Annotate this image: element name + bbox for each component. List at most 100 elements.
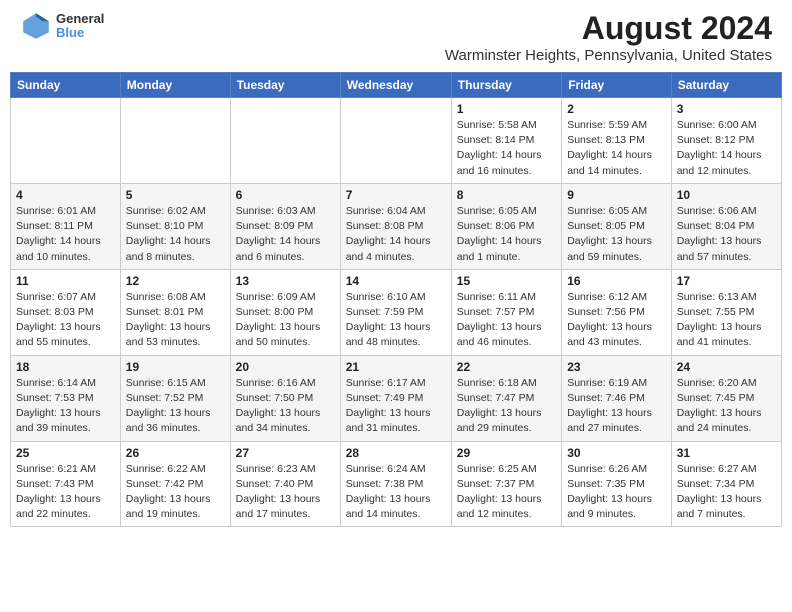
day-number: 7 xyxy=(346,188,446,202)
calendar-cell: 18 Sunrise: 6:14 AMSunset: 7:53 PMDayligh… xyxy=(11,355,121,441)
day-number: 23 xyxy=(567,360,666,374)
day-number: 3 xyxy=(677,102,776,116)
calendar-cell: 23 Sunrise: 6:19 AMSunset: 7:46 PMDayligh… xyxy=(562,355,672,441)
calendar-cell: 22 Sunrise: 6:18 AMSunset: 7:47 PMDayligh… xyxy=(451,355,561,441)
day-header: Tuesday xyxy=(230,73,340,98)
day-header: Thursday xyxy=(451,73,561,98)
calendar-cell: 13Sunrise: 6:09 AMSunset: 8:00 PMDayligh… xyxy=(230,269,340,355)
calendar-cell: 24 Sunrise: 6:20 AMSunset: 7:45 PMDayligh… xyxy=(671,355,781,441)
day-number: 18 xyxy=(16,360,115,374)
day-number: 30 xyxy=(567,446,666,460)
day-info: Sunrise: 6:27 AMSunset: 7:34 PMDaylight:… xyxy=(677,462,776,523)
day-number: 10 xyxy=(677,188,776,202)
day-info: Sunrise: 6:11 AMSunset: 7:57 PMDaylight:… xyxy=(457,290,556,351)
calendar-cell: 30 Sunrise: 6:26 AMSunset: 7:35 PMDayligh… xyxy=(562,441,672,527)
day-number: 14 xyxy=(346,274,446,288)
day-number: 28 xyxy=(346,446,446,460)
day-info: Sunrise: 6:24 AMSunset: 7:38 PMDaylight:… xyxy=(346,462,446,523)
day-number: 12 xyxy=(126,274,225,288)
logo-text: General Blue xyxy=(56,12,104,41)
day-info: Sunrise: 6:12 AMSunset: 7:56 PMDaylight:… xyxy=(567,290,666,351)
calendar-cell: 1 Sunrise: 5:58 AMSunset: 8:14 PMDaylight… xyxy=(451,98,561,184)
calendar-cell: 26 Sunrise: 6:22 AMSunset: 7:42 PMDayligh… xyxy=(120,441,230,527)
calendar-cell: 8Sunrise: 6:05 AMSunset: 8:06 PMDaylight… xyxy=(451,183,561,269)
day-info: Sunrise: 6:01 AMSunset: 8:11 PMDaylight:… xyxy=(16,204,115,265)
day-info: Sunrise: 5:59 AMSunset: 8:13 PMDaylight:… xyxy=(567,118,666,179)
day-info: Sunrise: 6:06 AMSunset: 8:04 PMDaylight:… xyxy=(677,204,776,265)
day-info: Sunrise: 6:19 AMSunset: 7:46 PMDaylight:… xyxy=(567,376,666,437)
calendar-cell xyxy=(120,98,230,184)
day-info: Sunrise: 6:25 AMSunset: 7:37 PMDaylight:… xyxy=(457,462,556,523)
calendar-cell: 7 Sunrise: 6:04 AMSunset: 8:08 PMDaylight… xyxy=(340,183,451,269)
page-header: General Blue August 2024 Warminster Heig… xyxy=(0,0,792,68)
calendar-cell xyxy=(340,98,451,184)
day-info: Sunrise: 6:22 AMSunset: 7:42 PMDaylight:… xyxy=(126,462,225,523)
calendar-cell: 16Sunrise: 6:12 AMSunset: 7:56 PMDayligh… xyxy=(562,269,672,355)
day-info: Sunrise: 6:02 AMSunset: 8:10 PMDaylight:… xyxy=(126,204,225,265)
day-header: Monday xyxy=(120,73,230,98)
day-info: Sunrise: 6:17 AMSunset: 7:49 PMDaylight:… xyxy=(346,376,446,437)
day-number: 15 xyxy=(457,274,556,288)
calendar-cell xyxy=(11,98,121,184)
day-info: Sunrise: 6:20 AMSunset: 7:45 PMDaylight:… xyxy=(677,376,776,437)
calendar-cell: 6 Sunrise: 6:03 AMSunset: 8:09 PMDaylight… xyxy=(230,183,340,269)
day-number: 25 xyxy=(16,446,115,460)
calendar-cell: 12 Sunrise: 6:08 AMSunset: 8:01 PMDayligh… xyxy=(120,269,230,355)
day-info: Sunrise: 5:58 AMSunset: 8:14 PMDaylight:… xyxy=(457,118,556,179)
day-header: Sunday xyxy=(11,73,121,98)
day-number: 21 xyxy=(346,360,446,374)
calendar-cell: 21 Sunrise: 6:17 AMSunset: 7:49 PMDayligh… xyxy=(340,355,451,441)
logo-icon xyxy=(20,10,52,42)
day-info: Sunrise: 6:05 AMSunset: 8:06 PMDaylight:… xyxy=(457,204,556,265)
logo: General Blue xyxy=(20,10,104,42)
day-info: Sunrise: 6:05 AMSunset: 8:05 PMDaylight:… xyxy=(567,204,666,265)
calendar-cell: 3 Sunrise: 6:00 AMSunset: 8:12 PMDaylight… xyxy=(671,98,781,184)
calendar-cell: 15 Sunrise: 6:11 AMSunset: 7:57 PMDayligh… xyxy=(451,269,561,355)
day-number: 31 xyxy=(677,446,776,460)
day-info: Sunrise: 6:23 AMSunset: 7:40 PMDaylight:… xyxy=(236,462,335,523)
day-info: Sunrise: 6:16 AMSunset: 7:50 PMDaylight:… xyxy=(236,376,335,437)
calendar-cell: 25 Sunrise: 6:21 AMSunset: 7:43 PMDayligh… xyxy=(11,441,121,527)
day-info: Sunrise: 6:15 AMSunset: 7:52 PMDaylight:… xyxy=(126,376,225,437)
main-title: August 2024 xyxy=(445,10,772,47)
day-info: Sunrise: 6:04 AMSunset: 8:08 PMDaylight:… xyxy=(346,204,446,265)
day-number: 2 xyxy=(567,102,666,116)
day-number: 11 xyxy=(16,274,115,288)
calendar-cell: 11 Sunrise: 6:07 AMSunset: 8:03 PMDayligh… xyxy=(11,269,121,355)
day-header: Wednesday xyxy=(340,73,451,98)
calendar-table: SundayMondayTuesdayWednesdayThursdayFrid… xyxy=(10,72,782,527)
calendar-cell: 10 Sunrise: 6:06 AMSunset: 8:04 PMDayligh… xyxy=(671,183,781,269)
day-number: 29 xyxy=(457,446,556,460)
calendar-cell: 20 Sunrise: 6:16 AMSunset: 7:50 PMDayligh… xyxy=(230,355,340,441)
calendar-cell: 17Sunrise: 6:13 AMSunset: 7:55 PMDayligh… xyxy=(671,269,781,355)
day-info: Sunrise: 6:08 AMSunset: 8:01 PMDaylight:… xyxy=(126,290,225,351)
day-header: Friday xyxy=(562,73,672,98)
day-number: 6 xyxy=(236,188,335,202)
day-number: 5 xyxy=(126,188,225,202)
day-info: Sunrise: 6:07 AMSunset: 8:03 PMDaylight:… xyxy=(16,290,115,351)
day-info: Sunrise: 6:13 AMSunset: 7:55 PMDaylight:… xyxy=(677,290,776,351)
day-info: Sunrise: 6:03 AMSunset: 8:09 PMDaylight:… xyxy=(236,204,335,265)
day-number: 24 xyxy=(677,360,776,374)
title-block: August 2024 Warminster Heights, Pennsylv… xyxy=(445,10,772,64)
calendar-cell: 19Sunrise: 6:15 AMSunset: 7:52 PMDayligh… xyxy=(120,355,230,441)
calendar-cell: 27 Sunrise: 6:23 AMSunset: 7:40 PMDayligh… xyxy=(230,441,340,527)
day-info: Sunrise: 6:00 AMSunset: 8:12 PMDaylight:… xyxy=(677,118,776,179)
day-info: Sunrise: 6:14 AMSunset: 7:53 PMDaylight:… xyxy=(16,376,115,437)
calendar-cell: 9Sunrise: 6:05 AMSunset: 8:05 PMDaylight… xyxy=(562,183,672,269)
calendar-cell: 5 Sunrise: 6:02 AMSunset: 8:10 PMDaylight… xyxy=(120,183,230,269)
day-info: Sunrise: 6:09 AMSunset: 8:00 PMDaylight:… xyxy=(236,290,335,351)
day-header: Saturday xyxy=(671,73,781,98)
calendar-cell: 29 Sunrise: 6:25 AMSunset: 7:37 PMDayligh… xyxy=(451,441,561,527)
calendar-cell: 14 Sunrise: 6:10 AMSunset: 7:59 PMDayligh… xyxy=(340,269,451,355)
calendar-cell: 31 Sunrise: 6:27 AMSunset: 7:34 PMDayligh… xyxy=(671,441,781,527)
day-number: 1 xyxy=(457,102,556,116)
day-number: 20 xyxy=(236,360,335,374)
day-info: Sunrise: 6:21 AMSunset: 7:43 PMDaylight:… xyxy=(16,462,115,523)
day-number: 26 xyxy=(126,446,225,460)
day-info: Sunrise: 6:10 AMSunset: 7:59 PMDaylight:… xyxy=(346,290,446,351)
day-number: 22 xyxy=(457,360,556,374)
day-info: Sunrise: 6:18 AMSunset: 7:47 PMDaylight:… xyxy=(457,376,556,437)
day-info: Sunrise: 6:26 AMSunset: 7:35 PMDaylight:… xyxy=(567,462,666,523)
day-number: 27 xyxy=(236,446,335,460)
